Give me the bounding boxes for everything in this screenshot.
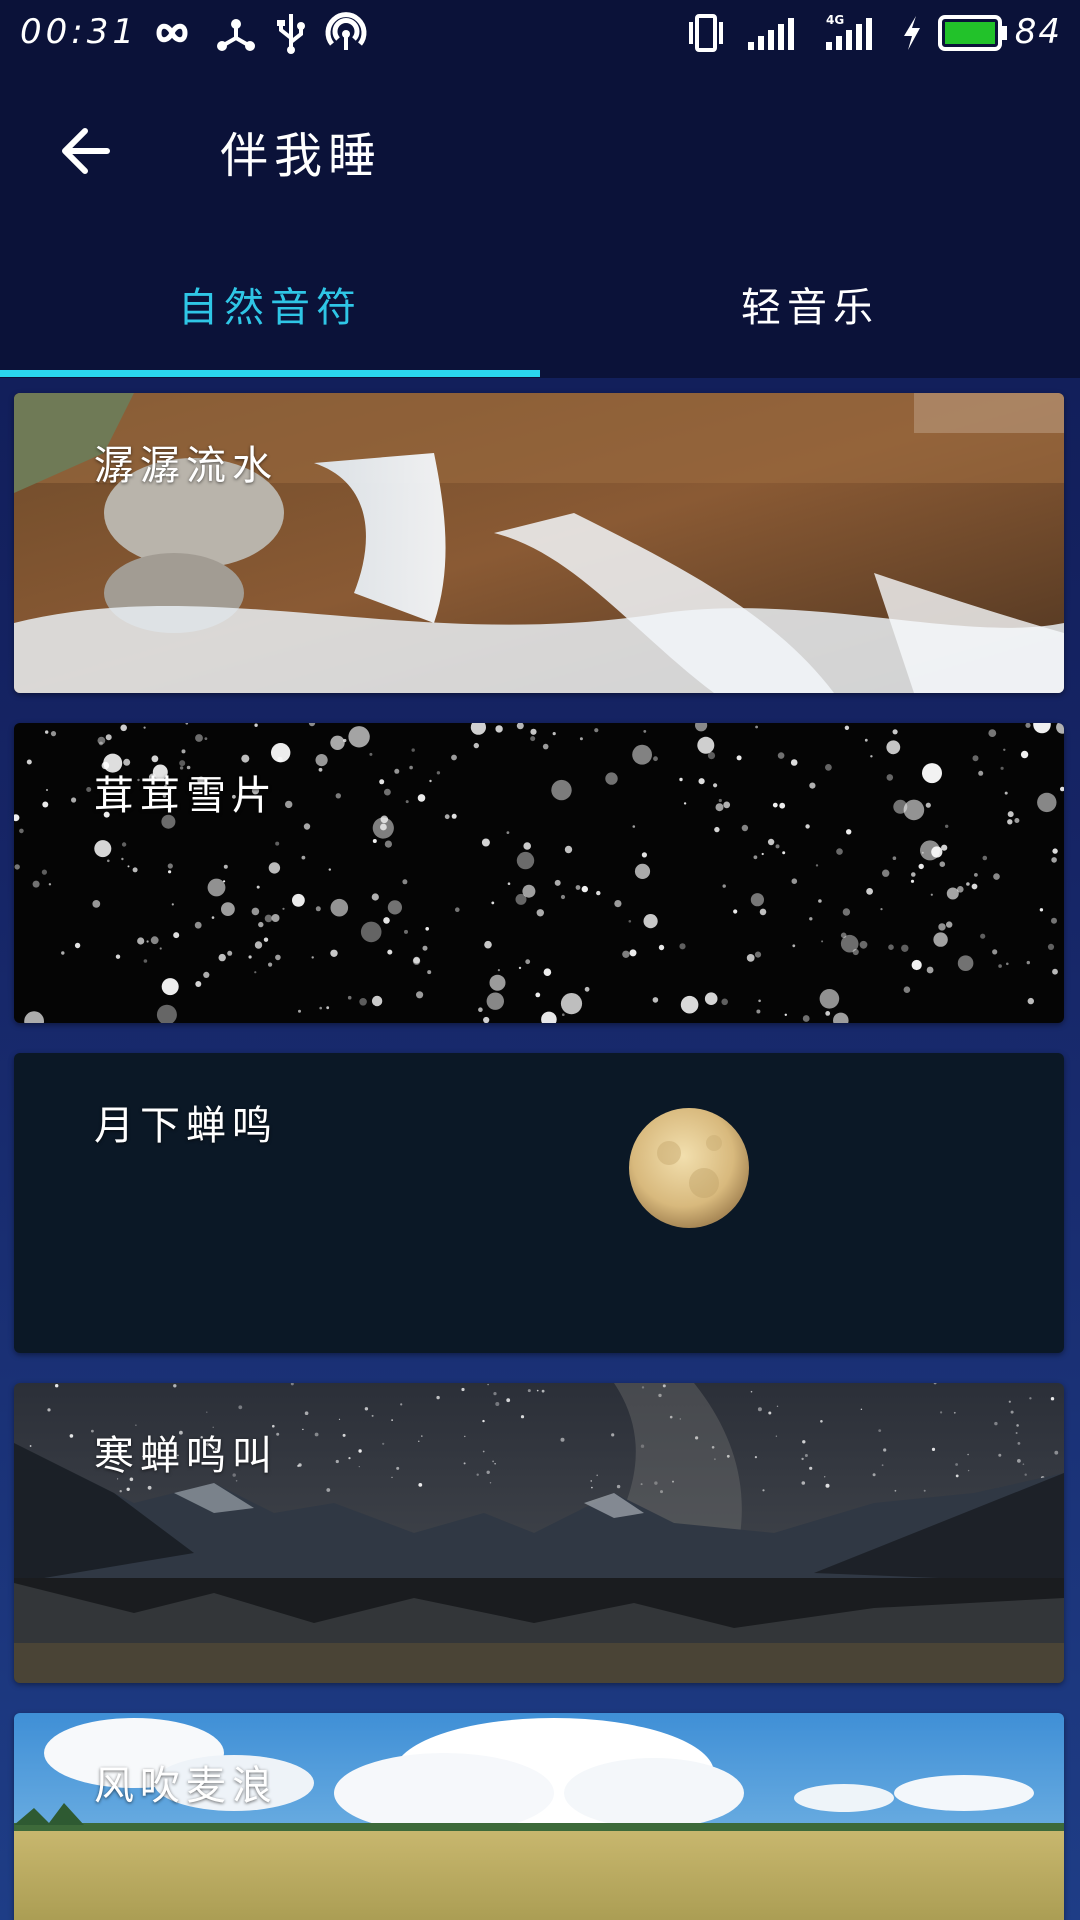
share-hub-icon — [217, 19, 255, 51]
app-bar: 伴我睡 — [0, 66, 1080, 234]
status-bar: 00:31 4G 84 — [0, 0, 1080, 66]
signal-icon — [748, 18, 794, 50]
signal-4g-icon: 4G — [826, 13, 872, 50]
sound-card-autumn-cicadas[interactable]: 寒蝉鸣叫 — [14, 1383, 1064, 1683]
tab-light-music[interactable]: 轻音乐 — [540, 234, 1080, 374]
sound-card-moonlight-cicadas[interactable]: 月下蝉鸣 — [14, 1053, 1064, 1353]
page-title: 伴我睡 — [220, 128, 383, 184]
svg-text:4G: 4G — [826, 13, 844, 27]
charging-icon — [904, 16, 920, 50]
battery-icon — [938, 15, 1007, 51]
sleep-screen: 00:31 4G 84 伴我睡 自然音符 轻音乐 潺潺流水 茸茸雪片 月下蝉鸣 … — [0, 0, 1080, 1920]
sound-card-snowflakes[interactable]: 茸茸雪片 — [14, 723, 1064, 1023]
tab-nature-sounds[interactable]: 自然音符 — [0, 234, 540, 374]
battery-level: 84 — [1014, 12, 1062, 52]
card-label: 月下蝉鸣 — [94, 1103, 278, 1149]
back-button[interactable] — [40, 106, 130, 196]
card-label: 潺潺流水 — [94, 443, 278, 489]
card-label: 茸茸雪片 — [94, 773, 278, 819]
arrow-left-icon — [62, 128, 110, 174]
sound-card-flowing-water[interactable]: 潺潺流水 — [14, 393, 1064, 693]
infinity-icon — [156, 23, 188, 43]
usb-icon — [277, 14, 305, 54]
tab-bar: 自然音符 轻音乐 — [0, 234, 1080, 378]
vibrate-icon — [689, 14, 723, 52]
card-label: 风吹麦浪 — [94, 1763, 278, 1809]
status-time: 00:31 — [20, 12, 138, 52]
hotspot-icon — [325, 12, 367, 50]
card-label: 寒蝉鸣叫 — [94, 1433, 278, 1479]
sound-card-wheat-waves[interactable]: 风吹麦浪 — [14, 1713, 1064, 1920]
tab-indicator — [0, 370, 540, 377]
wheat-field-sky-image — [14, 1713, 1064, 1920]
